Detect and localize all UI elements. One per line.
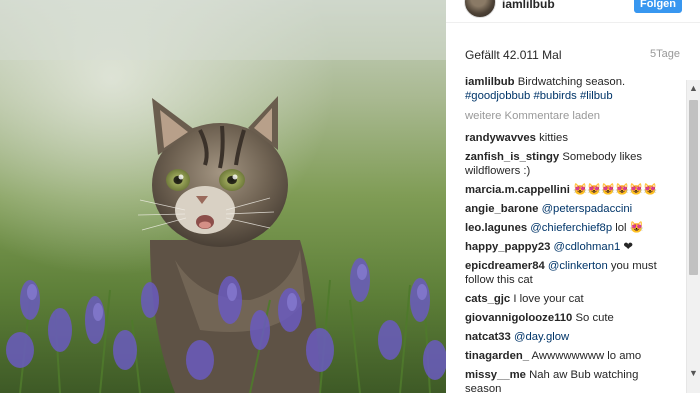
comment-text: I love your cat [513,293,584,305]
comment-username[interactable]: missy__me [465,369,526,381]
post-age[interactable]: 5Tage [650,48,680,60]
comment-item: randywavves kitties [465,131,677,145]
comment-username[interactable]: cats_gjc [465,293,510,305]
comment-item: happy_pappy23 @cdlohman1 ❤ [465,240,677,254]
comments-list: iamlilbub Birdwatching season. #goodjobb… [465,75,677,401]
post-sidebar: iamlilbub Folgen Gefällt 42.011 Mal 5Tag… [446,0,700,395]
comment-item: giovannigolooze110 So cute [465,311,677,325]
caption: iamlilbub Birdwatching season. #goodjobb… [465,75,677,103]
likes-count[interactable]: Gefällt 42.011 Mal [465,48,562,62]
scroll-down-arrow-icon[interactable]: ▼ [687,365,700,381]
comment-text: lol 😻 [615,222,644,234]
caption-hashtags[interactable]: #goodjobbub #bubirds #lilbub [465,90,613,102]
comment-item: marcia.m.cappellini 😻😻😻😻😻😻 [465,183,677,197]
comment-mention[interactable]: @day.glow [514,331,569,343]
scroll-up-arrow-icon[interactable]: ▲ [687,80,700,96]
comment-mention[interactable]: @peterspadaccini [542,203,633,215]
caption-text: Birdwatching season. [517,76,626,88]
comment-item: epicdreamer84 @clinkerton you must follo… [465,259,677,287]
comments-scrollbar[interactable]: ▲ ▼ [686,80,700,393]
comment-item: angie_barone @peterspadaccini [465,202,677,216]
comment-username[interactable]: tinagarden_ [465,350,529,362]
caption-username[interactable]: iamlilbub [465,76,515,88]
comment-username[interactable]: angie_barone [465,203,538,215]
comment-item: leo.lagunes @chieferchief8p lol 😻 [465,221,677,235]
avatar[interactable] [464,0,496,18]
cat-in-flowers-image [0,0,446,393]
comment-text: So cute [575,312,614,324]
comment-text: 😻😻😻😻😻😻 [573,184,658,196]
comment-username[interactable]: epicdreamer84 [465,260,545,272]
comment-username[interactable]: natcat33 [465,331,511,343]
comment-item: tinagarden_ Awwwwwwww lo amo [465,349,677,363]
comment-text: Awwwwwwww lo amo [531,350,642,362]
load-more-comments-link[interactable]: weitere Kommentare laden [465,109,677,123]
comment-username[interactable]: happy_pappy23 [465,241,550,253]
comment-username[interactable]: giovannigolooze110 [465,312,572,324]
post-photo[interactable] [0,0,446,393]
comment-mention[interactable]: @cdlohman1 [554,241,621,253]
comment-username[interactable]: randywavves [465,132,536,144]
comment-mention[interactable]: @chieferchief8p [530,222,612,234]
comment-username[interactable]: marcia.m.cappellini [465,184,570,196]
comment-item: natcat33 @day.glow [465,330,677,344]
comment-text: kitties [539,132,568,144]
follow-button[interactable]: Folgen [634,0,682,13]
comment-item: cats_gjc I love your cat [465,292,677,306]
comment-mention[interactable]: @clinkerton [548,260,608,272]
comment-text: ❤ [623,241,633,253]
comment-item: zanfish_is_stingy Somebody likes wildflo… [465,150,677,178]
comment-username[interactable]: zanfish_is_stingy [465,151,559,163]
scrollbar-thumb[interactable] [689,100,698,275]
comment-item: missy__me Nah aw Bub watching season [465,368,677,396]
post-username[interactable]: iamlilbub [502,0,555,11]
post-header: iamlilbub Folgen [446,0,700,23]
comment-username[interactable]: leo.lagunes [465,222,527,234]
